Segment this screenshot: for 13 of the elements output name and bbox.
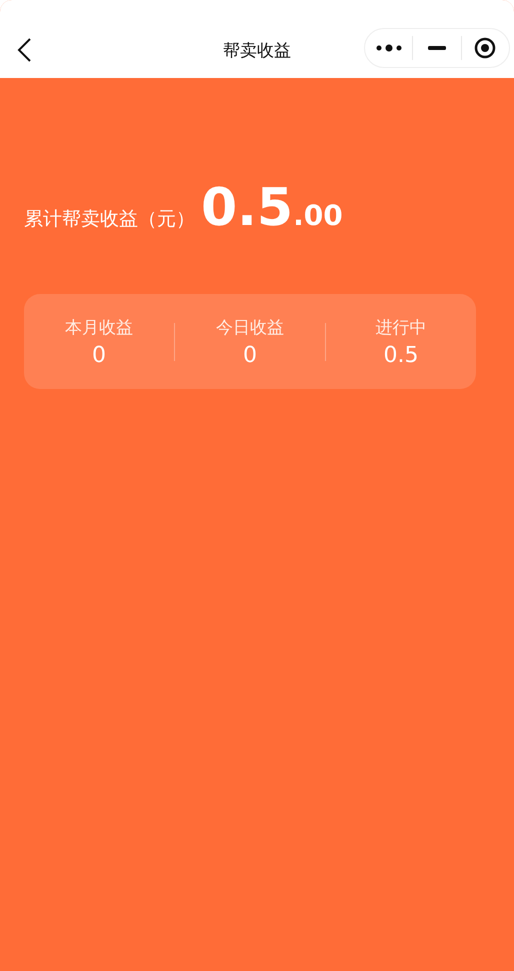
total-earnings-label: 累计帮卖收益（元）: [24, 207, 195, 232]
stat-value: 0.5: [384, 342, 418, 368]
stat-value: 0: [92, 342, 106, 368]
stat-label: 今日收益: [216, 316, 284, 338]
stat-label: 本月收益: [65, 316, 133, 338]
minimize-icon[interactable]: [428, 46, 446, 50]
page-title: 帮卖收益: [223, 40, 291, 62]
stat-value: 0: [243, 342, 257, 368]
close-icon[interactable]: [474, 37, 496, 59]
total-earnings-decimal: .00: [293, 199, 343, 232]
more-icon[interactable]: [376, 44, 402, 52]
total-earnings-amount: 0.5: [201, 178, 294, 238]
stat-label: 进行中: [376, 316, 426, 338]
